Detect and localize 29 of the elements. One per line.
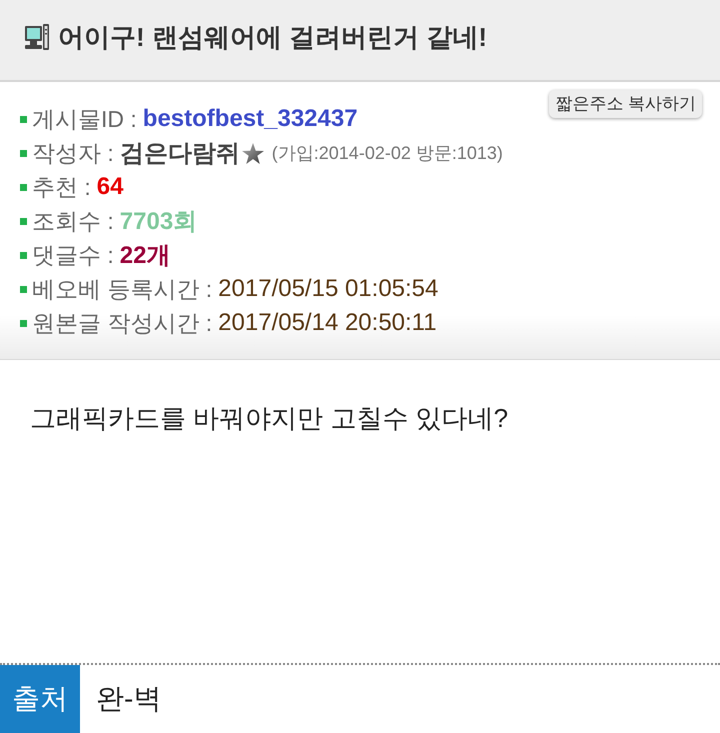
- info-label: 작성자 :: [32, 138, 114, 168]
- bullet-icon: [20, 286, 27, 292]
- bullet-icon: [20, 116, 27, 122]
- info-label: 원본글 작성시간 :: [32, 308, 212, 338]
- member-info: (가입:2014-02-02 방문:1013): [272, 142, 503, 165]
- info-value: 64: [96, 173, 124, 201]
- info-label: 베오베 등록시간 :: [32, 274, 212, 304]
- bullet-icon: [20, 218, 27, 224]
- info-label: 게시물ID :: [32, 104, 137, 134]
- bullet-icon: [20, 320, 27, 326]
- source-label: 출처: [0, 665, 80, 733]
- post-title: 어이구! 랜섬웨어에 걸려버린거 같네!: [58, 21, 487, 54]
- bullet-icon: [20, 252, 27, 258]
- info-value: 7703회: [120, 207, 198, 237]
- info-label: 댓글수 :: [32, 240, 114, 270]
- info-label: 조회수 :: [32, 206, 114, 236]
- info-label: 추천 :: [32, 172, 91, 202]
- copy-short-url-button[interactable]: 짧은주소 복사하기: [549, 90, 702, 118]
- post-body-text: 그래픽카드를 바꿔야지만 고칠수 있다네?: [30, 402, 510, 435]
- star-icon: [242, 142, 264, 164]
- info-value: 2017/05/14 20:50:11: [218, 309, 437, 337]
- info-value: bestofbest_332437: [142, 105, 358, 133]
- computer-icon: [24, 23, 50, 51]
- bullet-icon: [20, 184, 27, 190]
- info-value: 22개: [120, 241, 170, 271]
- bullet-icon: [20, 150, 27, 156]
- info-value: 검은다람쥐: [120, 139, 240, 169]
- source-value: 완-벽: [95, 682, 162, 716]
- info-value: 2017/05/15 01:05:54: [218, 275, 438, 303]
